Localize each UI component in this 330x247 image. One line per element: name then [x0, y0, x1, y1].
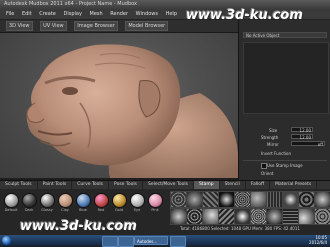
invert-function-label: Invert Function [261, 151, 292, 156]
tab-sculpt-tools[interactable]: Sculpt Tools [0, 181, 38, 189]
menu-display[interactable]: Display [63, 9, 81, 19]
material-label-blue: Blue [79, 208, 87, 212]
stamp-thumbnail[interactable] [170, 208, 187, 225]
material-label-default: Default [4, 208, 18, 212]
taskbar-app-icon[interactable] [118, 236, 134, 247]
material-pink[interactable] [148, 193, 163, 208]
material-label-gold: Gold [114, 208, 124, 212]
3d-viewport[interactable] [0, 33, 238, 178]
stamp-thumbnail[interactable] [282, 208, 299, 225]
tab-model-browser[interactable]: Model Browser [125, 21, 169, 31]
taskbar: Autodes... 10:05 2012/6/4 [0, 235, 330, 247]
stamp-thumbnail[interactable] [170, 191, 187, 208]
stamp-thumbnail[interactable] [250, 208, 267, 225]
clock-date: 2012/6/4 [309, 240, 327, 245]
stamp-thumbnail[interactable] [282, 191, 299, 208]
material-gold[interactable] [112, 193, 127, 208]
stamp-thumbnail[interactable] [298, 208, 315, 225]
status-text: Total: 4186800 Selected: 1048 GPU Mem: 3… [180, 226, 300, 231]
stamp-thumbnail[interactable] [314, 208, 330, 225]
menu-render[interactable]: Render [110, 9, 128, 19]
use-stamp-image-label: Use Stamp Image [267, 163, 303, 168]
tab-image-browser[interactable]: Image Browser [74, 21, 118, 31]
menu-file[interactable]: File [6, 9, 14, 19]
stamp-thumbnail[interactable] [202, 191, 219, 208]
material-default[interactable] [4, 193, 19, 208]
tab-curve-tools[interactable]: Curve Tools [72, 181, 110, 189]
watermark-top: www.3d-ku.com [186, 8, 303, 23]
stamp-thumbnail[interactable] [266, 191, 283, 208]
material-label-clay: Clay [61, 208, 69, 212]
divider [243, 160, 327, 161]
material-label-glossy: Glossy [41, 208, 53, 212]
tab-material-presets[interactable]: Material Presets [270, 181, 318, 189]
strength-label: Strength [261, 135, 279, 140]
tab-stamp[interactable]: Stamp [193, 181, 220, 189]
tab-uv-view[interactable]: UV View [40, 21, 67, 31]
menu-edit[interactable]: Edit [22, 9, 32, 19]
material-label-eye: Eye [133, 208, 141, 212]
tab-3d-view[interactable]: 3D View [6, 21, 33, 31]
mirror-select[interactable]: off [291, 141, 325, 147]
material-blue[interactable] [76, 193, 91, 208]
stamp-thumbnail[interactable] [234, 208, 251, 225]
stamp-thumbnail[interactable] [234, 191, 251, 208]
taskbar-mudbox-item[interactable]: Autodes... [134, 236, 168, 245]
stamp-thumbnail[interactable] [250, 191, 267, 208]
material-glossy[interactable] [40, 193, 55, 208]
size-field[interactable]: 12.00 [291, 127, 313, 133]
tab-pose-tools[interactable]: Pose Tools [109, 181, 143, 189]
strength-field[interactable]: 12.00 [291, 134, 313, 140]
material-label-dark: Dark [24, 208, 34, 212]
tab-stencil[interactable]: Stencil [220, 181, 246, 189]
material-label-red: Red [97, 208, 105, 212]
system-clock[interactable]: 10:05 2012/6/4 [309, 235, 327, 245]
tab-falloff[interactable]: Falloff [246, 181, 271, 189]
stamp-thumbnail[interactable] [218, 208, 235, 225]
active-object-header: No Active Object [243, 32, 327, 38]
window-title: Autodesk Mudbox 2011 x64 - Project Name … [4, 1, 137, 7]
size-label: Size [269, 128, 278, 133]
stamp-thumbnail[interactable] [298, 191, 315, 208]
start-button-icon[interactable] [2, 236, 11, 245]
taskbar-app-icon[interactable] [102, 236, 118, 247]
object-properties-panel: No Active Object Size 12.00 Strength 12.… [238, 20, 330, 180]
orient-label: Orient [261, 171, 274, 176]
material-label-pink: Pink [151, 208, 159, 212]
stamp-thumbnail[interactable] [202, 208, 219, 225]
tab-paint-tools[interactable]: Paint Tools [38, 181, 73, 189]
stamp-thumbnail[interactable] [218, 191, 235, 208]
menu-create[interactable]: Create [39, 9, 56, 19]
watermark-bottom: www.3d-ku.com [20, 219, 137, 234]
material-eye[interactable] [130, 193, 145, 208]
stamp-thumbnail[interactable] [266, 208, 283, 225]
mirror-label: Mirror [267, 142, 279, 147]
material-clay[interactable] [58, 193, 73, 208]
object-list[interactable] [243, 42, 329, 114]
stamp-thumbnail[interactable] [186, 208, 203, 225]
stamp-thumbnail[interactable] [314, 191, 330, 208]
material-red[interactable] [94, 193, 109, 208]
tab-select-move-tools[interactable]: Select/Move Tools [143, 181, 194, 189]
material-dark[interactable] [22, 193, 37, 208]
sculpted-head-model [26, 44, 238, 178]
menu-help[interactable]: Help [166, 9, 177, 19]
menu-mesh[interactable]: Mesh [90, 9, 103, 19]
stamp-thumbnail[interactable] [186, 191, 203, 208]
menu-windows[interactable]: Windows [136, 9, 158, 19]
taskbar-app-icon[interactable] [170, 236, 186, 247]
